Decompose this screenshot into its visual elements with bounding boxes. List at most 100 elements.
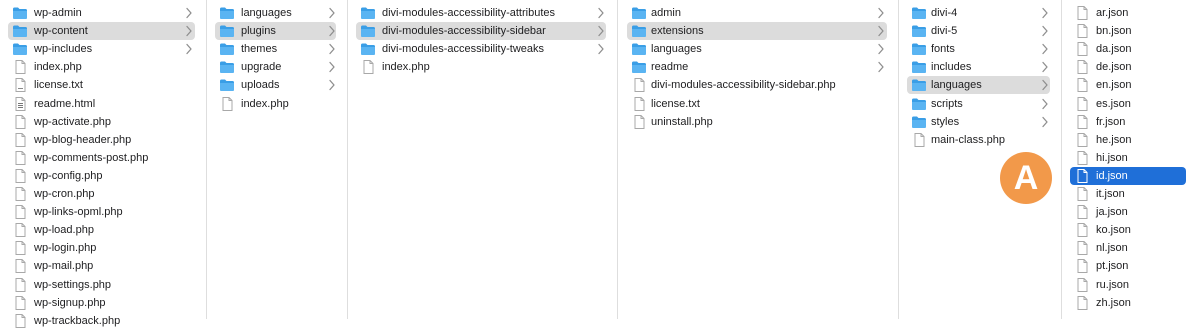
- item-label: styles: [931, 116, 960, 128]
- folder-icon: [911, 78, 927, 92]
- file-row[interactable]: it.json: [1070, 185, 1186, 203]
- item-label: zh.json: [1096, 297, 1131, 309]
- file-icon: [219, 97, 235, 111]
- chevron-right-icon: [185, 7, 193, 19]
- file-row[interactable]: wp-login.php: [8, 239, 195, 257]
- file-row[interactable]: license.txt: [627, 95, 887, 113]
- item-label: wp-mail.php: [34, 260, 94, 272]
- file-row[interactable]: bn.json: [1070, 22, 1186, 40]
- chevron-right-icon: [328, 43, 336, 55]
- folder-row[interactable]: wp-includes: [8, 40, 195, 58]
- file-row[interactable]: divi-modules-accessibility-sidebar.php: [627, 76, 887, 94]
- item-label: ru.json: [1096, 279, 1130, 291]
- file-row[interactable]: wp-comments-post.php: [8, 149, 195, 167]
- folder-row[interactable]: divi-5: [907, 22, 1050, 40]
- file-icon: [1074, 223, 1090, 237]
- item-label: ar.json: [1096, 7, 1129, 19]
- file-row[interactable]: license.txt: [8, 76, 195, 94]
- item-label: divi-5: [931, 25, 958, 37]
- file-row[interactable]: fr.json: [1070, 113, 1186, 131]
- file-row[interactable]: ar.json: [1070, 4, 1186, 22]
- chevron-right-icon: [328, 7, 336, 19]
- file-row[interactable]: en.json: [1070, 76, 1186, 94]
- file-row[interactable]: wp-trackback.php: [8, 312, 195, 330]
- item-label: upgrade: [241, 61, 282, 73]
- item-label: index.php: [241, 98, 289, 110]
- file-row[interactable]: zh.json: [1070, 294, 1186, 312]
- item-label: wp-login.php: [34, 242, 97, 254]
- folder-icon: [911, 42, 927, 56]
- file-row[interactable]: index.php: [8, 58, 195, 76]
- item-label: index.php: [382, 61, 430, 73]
- file-row[interactable]: id.json: [1070, 167, 1186, 185]
- folder-icon: [12, 24, 28, 38]
- item-label: ko.json: [1096, 224, 1131, 236]
- folder-row[interactable]: divi-modules-accessibility-tweaks: [356, 40, 606, 58]
- item-label: ja.json: [1096, 206, 1128, 218]
- file-row[interactable]: ja.json: [1070, 203, 1186, 221]
- file-row[interactable]: wp-signup.php: [8, 294, 195, 312]
- chevron-right-icon: [185, 43, 193, 55]
- folder-icon: [911, 60, 927, 74]
- folder-row[interactable]: uploads: [215, 76, 336, 94]
- folder-row[interactable]: themes: [215, 40, 336, 58]
- file-row[interactable]: wp-mail.php: [8, 257, 195, 275]
- folder-row[interactable]: styles: [907, 113, 1050, 131]
- file-row[interactable]: wp-load.php: [8, 221, 195, 239]
- folder-row[interactable]: readme: [627, 58, 887, 76]
- file-row[interactable]: hi.json: [1070, 149, 1186, 167]
- file-row[interactable]: ko.json: [1070, 221, 1186, 239]
- folder-row[interactable]: languages: [627, 40, 887, 58]
- folder-row[interactable]: extensions: [627, 22, 887, 40]
- chevron-right-icon: [877, 7, 885, 19]
- item-label: includes: [931, 61, 972, 73]
- item-label: divi-modules-accessibility-sidebar: [382, 25, 546, 37]
- file-row[interactable]: main-class.php: [907, 131, 1050, 149]
- file-row[interactable]: es.json: [1070, 95, 1186, 113]
- file-row[interactable]: index.php: [356, 58, 606, 76]
- item-label: readme.html: [34, 98, 96, 110]
- file-row[interactable]: wp-links-opml.php: [8, 203, 195, 221]
- item-label: hi.json: [1096, 152, 1128, 164]
- file-icon: [1074, 296, 1090, 310]
- file-row[interactable]: ru.json: [1070, 276, 1186, 294]
- item-label: index.php: [34, 61, 82, 73]
- file-row[interactable]: de.json: [1070, 58, 1186, 76]
- folder-row[interactable]: wp-admin: [8, 4, 195, 22]
- folder-icon: [631, 42, 647, 56]
- folder-row[interactable]: languages: [907, 76, 1050, 94]
- folder-row[interactable]: divi-modules-accessibility-sidebar: [356, 22, 606, 40]
- file-icon: [1074, 60, 1090, 74]
- file-row[interactable]: pt.json: [1070, 257, 1186, 275]
- file-icon: [1074, 278, 1090, 292]
- file-icon: [1074, 205, 1090, 219]
- folder-row[interactable]: upgrade: [215, 58, 336, 76]
- folder-row[interactable]: wp-content: [8, 22, 195, 40]
- item-label: he.json: [1096, 134, 1132, 146]
- file-row[interactable]: index.php: [215, 95, 336, 113]
- file-row[interactable]: da.json: [1070, 40, 1186, 58]
- file-row[interactable]: readme.html: [8, 95, 195, 113]
- file-row[interactable]: he.json: [1070, 131, 1186, 149]
- item-label: themes: [241, 43, 278, 55]
- file-icon: [12, 151, 28, 165]
- chevron-right-icon: [1041, 116, 1049, 128]
- folder-row[interactable]: includes: [907, 58, 1050, 76]
- file-row[interactable]: wp-config.php: [8, 167, 195, 185]
- file-row[interactable]: nl.json: [1070, 239, 1186, 257]
- folder-row[interactable]: scripts: [907, 95, 1050, 113]
- file-row[interactable]: wp-cron.php: [8, 185, 195, 203]
- folder-row[interactable]: languages: [215, 4, 336, 22]
- folder-row[interactable]: plugins: [215, 22, 336, 40]
- item-label: wp-load.php: [34, 224, 94, 236]
- folder-row[interactable]: divi-modules-accessibility-attributes: [356, 4, 606, 22]
- chevron-right-icon: [328, 79, 336, 91]
- file-row[interactable]: wp-blog-header.php: [8, 131, 195, 149]
- file-icon: [1074, 241, 1090, 255]
- folder-row[interactable]: fonts: [907, 40, 1050, 58]
- folder-row[interactable]: divi-4: [907, 4, 1050, 22]
- file-row[interactable]: wp-activate.php: [8, 113, 195, 131]
- folder-row[interactable]: admin: [627, 4, 887, 22]
- file-row[interactable]: uninstall.php: [627, 113, 887, 131]
- file-row[interactable]: wp-settings.php: [8, 276, 195, 294]
